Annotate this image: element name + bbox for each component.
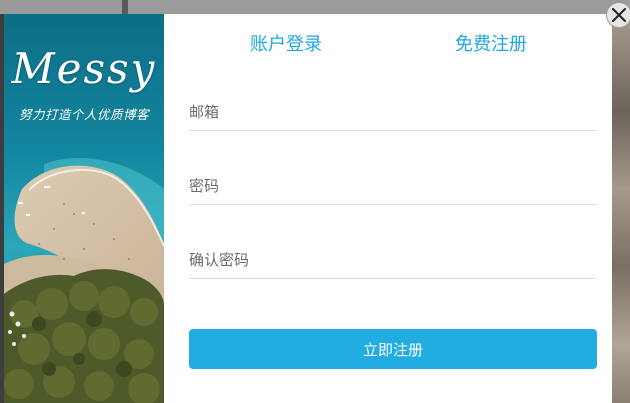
brand-logo-text: Messy [11,44,157,93]
password-input[interactable] [189,170,597,202]
background-left [0,0,122,14]
tab-register[interactable]: 免费注册 [455,30,527,56]
email-input[interactable] [189,96,597,128]
password-field-wrapper [189,170,597,205]
background-top [128,0,630,14]
auth-tabs: 账户登录 免费注册 [189,30,597,60]
confirm-password-input[interactable] [189,244,597,276]
email-field-wrapper [189,96,597,131]
register-modal: Messy 努力打造个人优质博客 账户登录 免费注册 立即注册 [4,14,612,403]
slogan-text: 努力打造个人优质博客 [18,107,149,122]
register-form: 账户登录 免费注册 立即注册 [189,14,597,403]
close-icon [612,8,626,22]
background-right-photo [612,14,630,403]
register-submit-button[interactable]: 立即注册 [189,329,597,369]
confirm-password-field-wrapper [189,244,597,279]
sidebar-banner: Messy 努力打造个人优质博客 [4,14,164,403]
tab-login[interactable]: 账户登录 [250,30,322,56]
close-button[interactable] [606,2,630,28]
